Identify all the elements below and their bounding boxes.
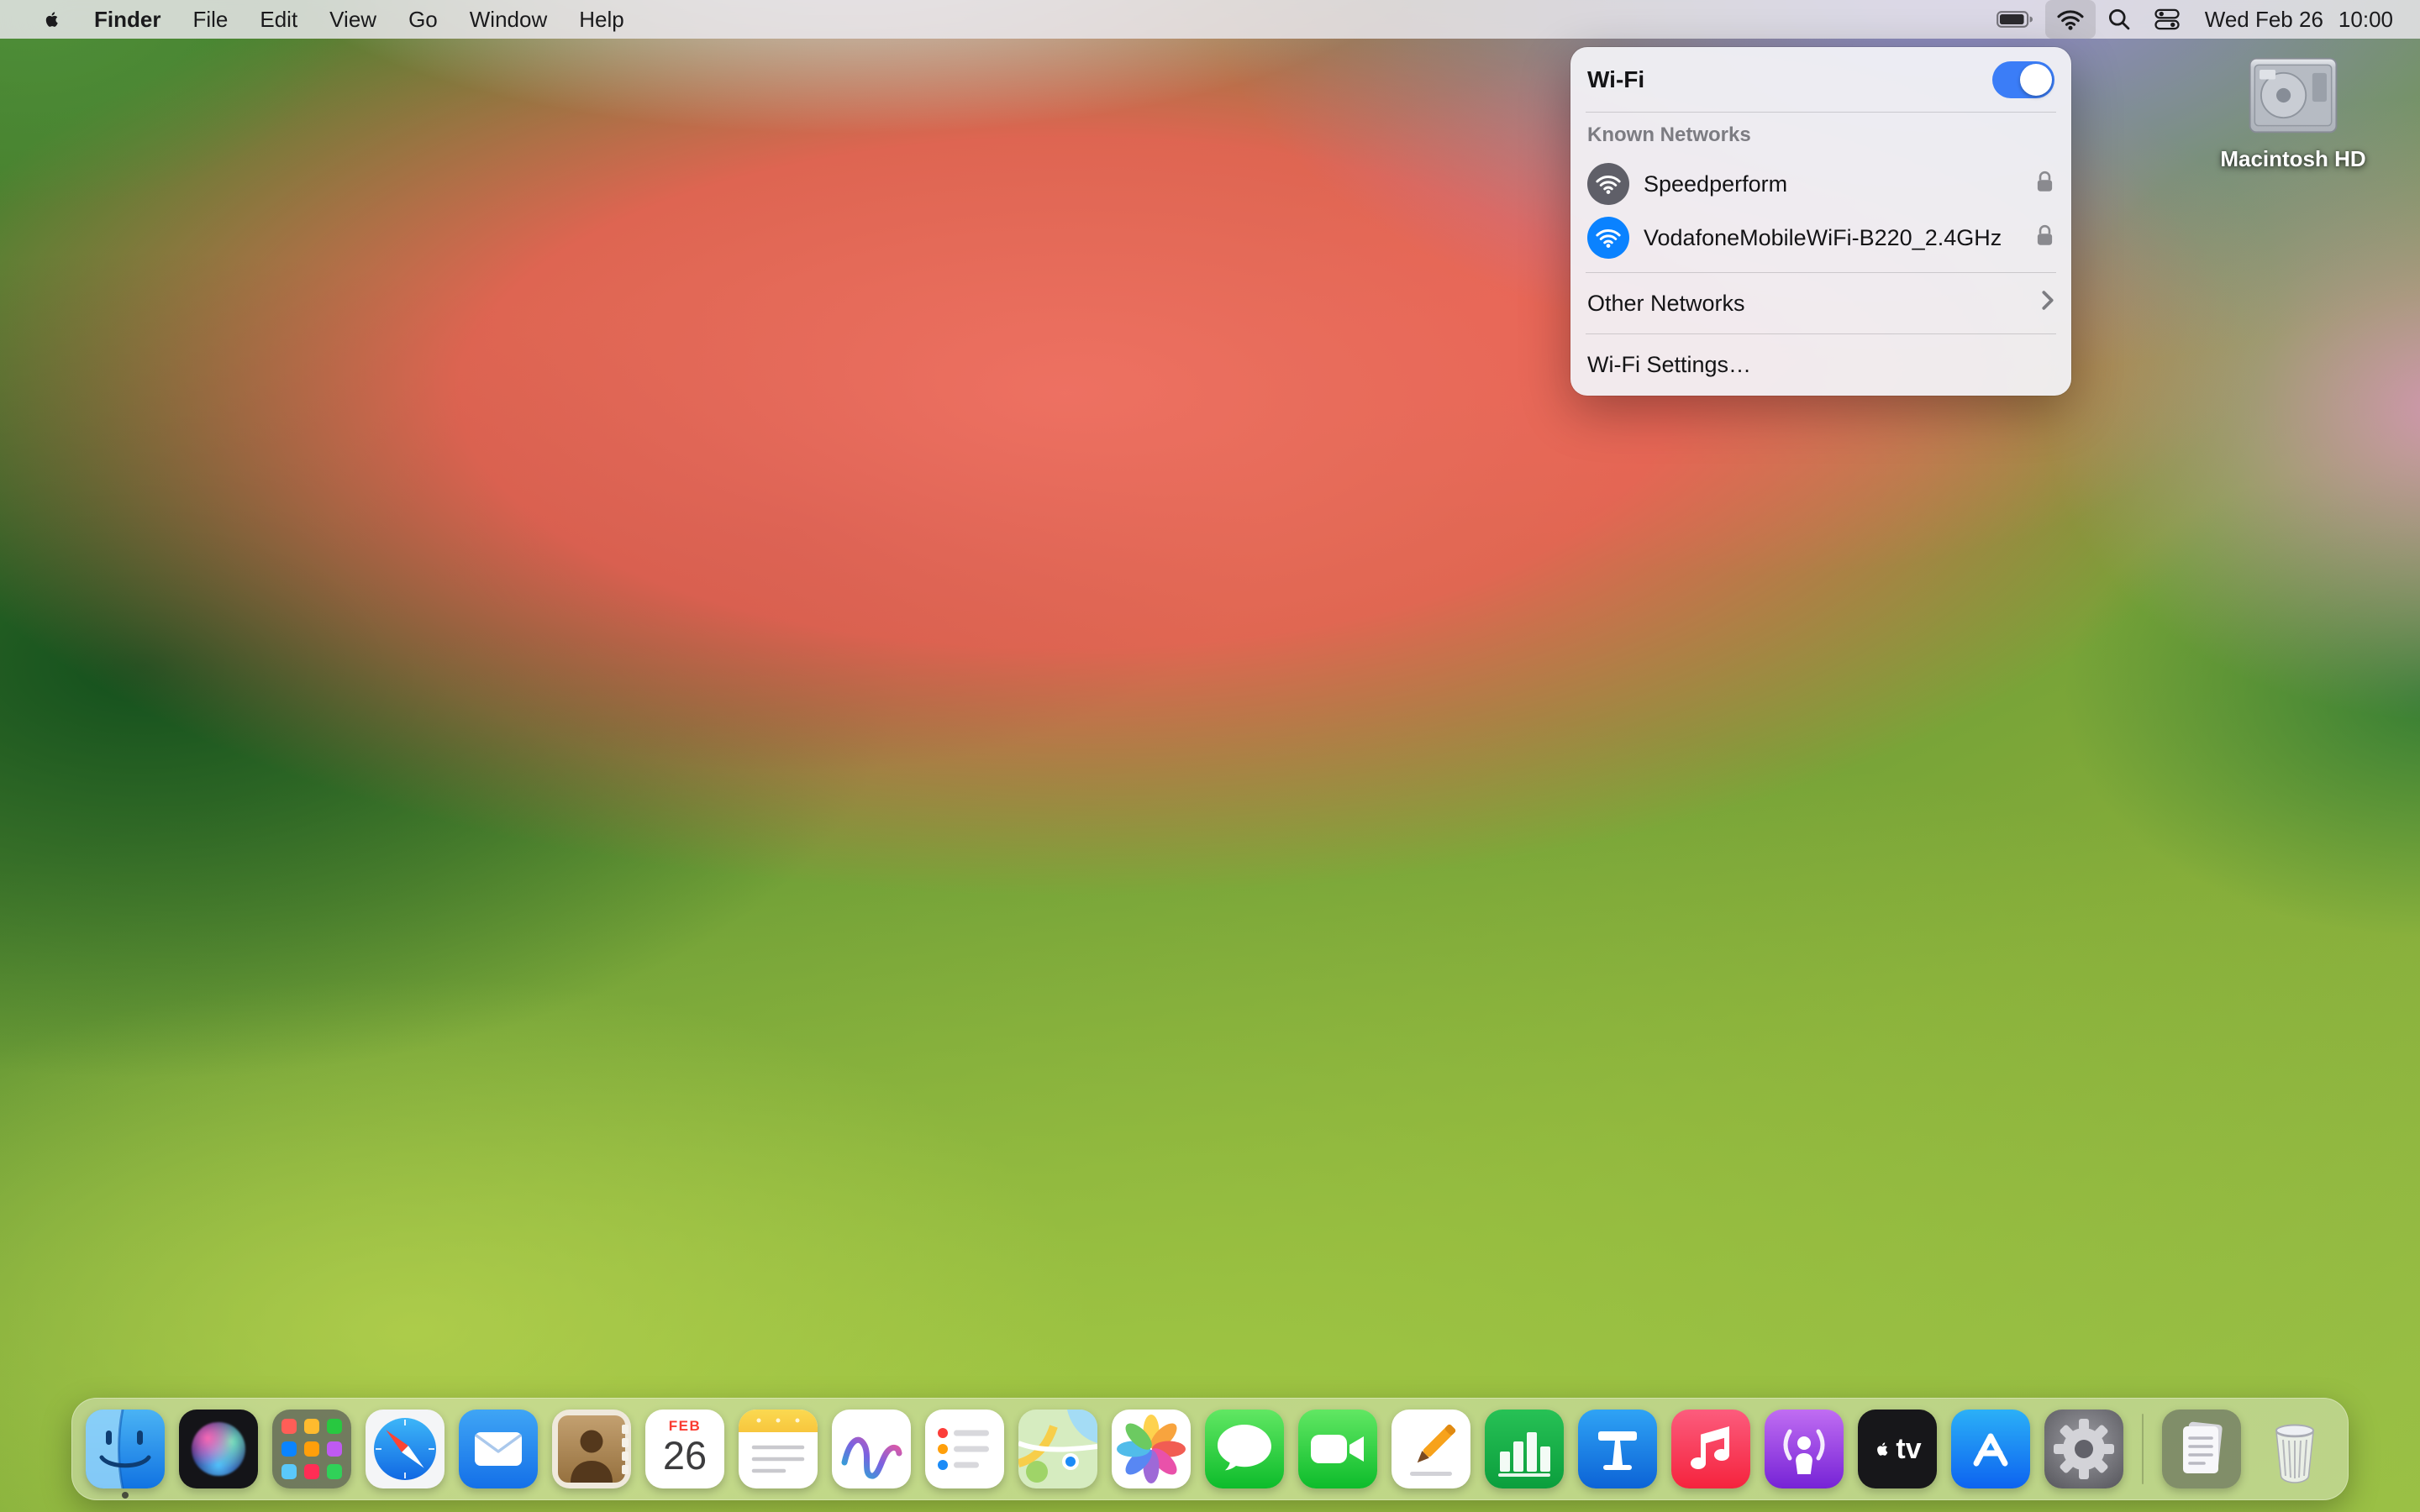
pages-icon [1392, 1410, 1470, 1488]
wifi-settings-label: Wi-Fi Settings… [1587, 351, 1752, 377]
dock-item-downloads[interactable] [2162, 1410, 2241, 1488]
dock-item-keynote[interactable] [1578, 1410, 1657, 1488]
numbers-icon [1485, 1410, 1564, 1488]
dock-item-numbers[interactable] [1485, 1410, 1564, 1488]
network-row-speedperform[interactable]: Speedperform [1570, 157, 2071, 211]
keynote-icon [1578, 1410, 1657, 1488]
dock-item-maps[interactable] [1018, 1410, 1097, 1488]
chevron-right-icon [2041, 290, 2054, 317]
wifi-circle-icon-gray [1587, 163, 1629, 205]
dock-item-podcasts[interactable] [1765, 1410, 1844, 1488]
dock-item-pages[interactable] [1392, 1410, 1470, 1488]
dock-item-freeform[interactable] [832, 1410, 911, 1488]
wifi-menu-popover: Wi-Fi Known Networks Speedperform Vodafo… [1570, 47, 2071, 396]
lock-icon [2035, 170, 2054, 198]
mail-icon [459, 1410, 538, 1488]
menu-bar: Finder File Edit View Go Window Help Wed… [0, 0, 2420, 39]
dock-item-finder[interactable] [86, 1410, 165, 1499]
dock-item-siri[interactable] [179, 1410, 258, 1488]
menu-separator [1586, 272, 2056, 273]
calendar-day: 26 [662, 1433, 708, 1478]
dock-item-mail[interactable] [459, 1410, 538, 1488]
menu-edit[interactable]: Edit [244, 0, 313, 39]
music-icon [1671, 1410, 1750, 1488]
dock-item-safari[interactable] [366, 1410, 445, 1488]
other-networks-item[interactable]: Other Networks [1570, 281, 2071, 326]
siri-icon [179, 1410, 258, 1488]
wifi-toggle-row: Wi-Fi [1570, 55, 2071, 104]
menu-bar-status-area: Wed Feb 26 10:00 [1985, 0, 2396, 39]
menu-bar-clock[interactable]: Wed Feb 26 10:00 [2191, 7, 2396, 33]
wifi-settings-item[interactable]: Wi-Fi Settings… [1570, 342, 2071, 387]
network-name: Speedperform [1644, 171, 1788, 197]
downloads-stack-icon [2162, 1410, 2241, 1488]
wifi-circle-icon-blue [1587, 217, 1629, 259]
menu-bar-date: Wed Feb 26 [2204, 6, 2323, 32]
dock-item-system-settings[interactable] [2044, 1410, 2123, 1488]
desktop-wallpaper: Finder File Edit View Go Window Help Wed… [0, 0, 2420, 1512]
podcasts-icon [1765, 1410, 1844, 1488]
menu-separator [1586, 333, 2056, 334]
apple-logo-icon [45, 12, 58, 27]
apple-menu[interactable] [25, 0, 78, 39]
dock-item-apple-tv[interactable]: tv [1858, 1410, 1937, 1488]
running-indicator [122, 1492, 129, 1499]
dock-item-reminders[interactable] [925, 1410, 1004, 1488]
contacts-icon [552, 1410, 631, 1488]
spotlight-search-icon[interactable] [2096, 0, 2143, 39]
hard-drive-icon [2242, 54, 2344, 141]
wifi-icon[interactable] [2044, 0, 2096, 39]
dock-item-app-store[interactable] [1951, 1410, 2030, 1488]
app-menu-finder[interactable]: Finder [78, 0, 176, 39]
app-store-icon [1951, 1410, 2030, 1488]
menu-window[interactable]: Window [454, 0, 563, 39]
notes-icon [739, 1410, 818, 1488]
maps-icon [1018, 1410, 1097, 1488]
dock-divider [2142, 1414, 2144, 1484]
dock-item-contacts[interactable] [552, 1410, 631, 1488]
wifi-menu-title: Wi-Fi [1587, 66, 1645, 92]
dock-item-launchpad[interactable] [272, 1410, 351, 1488]
menu-bar-time: 10:00 [2338, 6, 2393, 32]
menu-file[interactable]: File [176, 0, 244, 39]
menu-view[interactable]: View [313, 0, 392, 39]
toggle-knob [2020, 64, 2052, 96]
trash-icon [2255, 1410, 2334, 1488]
other-networks-label: Other Networks [1587, 290, 1745, 316]
wifi-toggle[interactable] [1992, 61, 2054, 98]
launchpad-icon [272, 1410, 351, 1488]
messages-icon [1205, 1410, 1284, 1488]
finder-icon [86, 1410, 165, 1488]
calendar-icon: FEB 26 [645, 1410, 724, 1488]
network-row-vodafone[interactable]: VodafoneMobileWiFi-B220_2.4GHz [1570, 211, 2071, 265]
photos-icon [1112, 1410, 1191, 1488]
network-name: VodafoneMobileWiFi-B220_2.4GHz [1644, 224, 2002, 250]
known-networks-label: Known Networks [1587, 123, 1751, 146]
battery-icon[interactable] [1985, 0, 2045, 39]
dock: FEB 26 tv [71, 1398, 2349, 1500]
lock-icon [2035, 223, 2054, 252]
apple-logo-icon [1873, 1438, 1891, 1460]
dock-item-music[interactable] [1671, 1410, 1750, 1488]
system-settings-icon [2044, 1410, 2123, 1488]
menu-bar-left: Finder File Edit View Go Window Help [25, 0, 640, 39]
dock-item-notes[interactable] [739, 1410, 818, 1488]
safari-icon [366, 1410, 445, 1488]
control-center-icon[interactable] [2143, 0, 2191, 39]
desktop-icon-macintosh-hd[interactable]: Macintosh HD [2196, 54, 2390, 172]
dock-item-trash[interactable] [2255, 1410, 2334, 1488]
dock-item-photos[interactable] [1112, 1410, 1191, 1488]
freeform-icon [832, 1410, 911, 1488]
apple-tv-icon: tv [1858, 1410, 1937, 1488]
dock-item-messages[interactable] [1205, 1410, 1284, 1488]
facetime-icon [1298, 1410, 1377, 1488]
tv-label: tv [1896, 1432, 1922, 1465]
menu-help[interactable]: Help [563, 0, 639, 39]
menu-go[interactable]: Go [392, 0, 454, 39]
volume-label: Macintosh HD [2220, 146, 2366, 171]
menu-separator [1586, 112, 2056, 113]
reminders-icon [925, 1410, 1004, 1488]
dock-item-facetime[interactable] [1298, 1410, 1377, 1488]
dock-item-calendar[interactable]: FEB 26 [645, 1410, 724, 1488]
